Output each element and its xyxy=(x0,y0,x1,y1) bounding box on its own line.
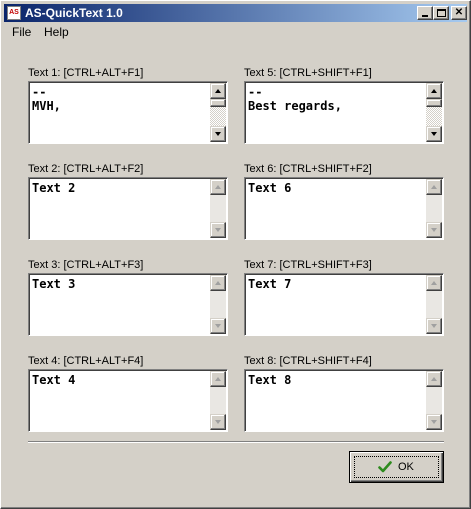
app-icon[interactable]: AS xyxy=(7,6,21,20)
scrollbar-7[interactable] xyxy=(426,275,442,334)
arrow-up-icon xyxy=(215,185,221,189)
text-group-4: Text 4: [CTRL+ALT+F4] Text 4 xyxy=(28,355,228,441)
arrow-down-icon xyxy=(215,324,221,328)
text-field-1[interactable]: -- MVH, xyxy=(28,81,228,144)
title-bar[interactable]: AS AS-QuickText 1.0 ✕ xyxy=(4,4,467,22)
minimize-icon xyxy=(422,15,428,17)
scroll-down-button-7[interactable] xyxy=(426,318,442,334)
scroll-down-button-8[interactable] xyxy=(426,414,442,430)
text-group-8: Text 8: [CTRL+SHIFT+F4] Text 8 xyxy=(244,355,444,441)
text-label-1: Text 1: [CTRL+ALT+F1] xyxy=(28,67,144,79)
app-window: AS AS-QuickText 1.0 ✕ File Help Text 1: … xyxy=(0,0,471,509)
text-label-8: Text 8: [CTRL+SHIFT+F4] xyxy=(244,355,372,367)
arrow-up-icon xyxy=(215,377,221,381)
arrow-up-icon xyxy=(431,377,437,381)
scroll-up-button-3[interactable] xyxy=(210,275,226,291)
text-label-7: Text 7: [CTRL+SHIFT+F3] xyxy=(244,259,372,271)
focus-rect xyxy=(354,456,439,478)
maximize-button[interactable] xyxy=(433,6,449,20)
ok-label: OK xyxy=(398,461,414,473)
menu-help[interactable]: Help xyxy=(44,25,69,39)
separator-line xyxy=(28,441,444,443)
arrow-up-icon xyxy=(431,185,437,189)
text-group-2: Text 2: [CTRL+ALT+F2] Text 2 xyxy=(28,163,228,249)
arrow-down-icon xyxy=(215,228,221,232)
scrollbar-6[interactable] xyxy=(426,179,442,238)
text-field-2[interactable]: Text 2 xyxy=(28,177,228,240)
scroll-thumb-5[interactable] xyxy=(426,99,442,107)
close-button[interactable]: ✕ xyxy=(451,6,467,20)
scroll-down-button-2[interactable] xyxy=(210,222,226,238)
text-group-6: Text 6: [CTRL+SHIFT+F2] Text 6 xyxy=(244,163,444,249)
text-content-6[interactable]: Text 6 xyxy=(248,181,424,237)
window-title: AS-QuickText 1.0 xyxy=(25,6,123,20)
scroll-thumb-1[interactable] xyxy=(210,99,226,107)
text-group-1: Text 1: [CTRL+ALT+F1] -- MVH, xyxy=(28,67,228,153)
arrow-down-icon xyxy=(215,420,221,424)
text-content-1[interactable]: -- MVH, xyxy=(32,85,208,141)
ok-button[interactable]: OK xyxy=(349,451,444,483)
text-group-3: Text 3: [CTRL+ALT+F3] Text 3 xyxy=(28,259,228,345)
scroll-up-button-4[interactable] xyxy=(210,371,226,387)
arrow-down-icon xyxy=(431,228,437,232)
minimize-button[interactable] xyxy=(417,6,433,20)
text-field-3[interactable]: Text 3 xyxy=(28,273,228,336)
menu-bar: File Help xyxy=(4,23,467,41)
arrow-up-icon xyxy=(431,89,437,93)
text-field-8[interactable]: Text 8 xyxy=(244,369,444,432)
arrow-up-icon xyxy=(215,281,221,285)
scroll-down-button-6[interactable] xyxy=(426,222,442,238)
text-content-8[interactable]: Text 8 xyxy=(248,373,424,429)
text-label-3: Text 3: [CTRL+ALT+F3] xyxy=(28,259,144,271)
scroll-up-button-8[interactable] xyxy=(426,371,442,387)
text-group-5: Text 5: [CTRL+SHIFT+F1] -- Best regards, xyxy=(244,67,444,153)
arrow-down-icon xyxy=(431,132,437,136)
text-content-7[interactable]: Text 7 xyxy=(248,277,424,333)
text-label-4: Text 4: [CTRL+ALT+F4] xyxy=(28,355,144,367)
text-group-7: Text 7: [CTRL+SHIFT+F3] Text 7 xyxy=(244,259,444,345)
text-content-4[interactable]: Text 4 xyxy=(32,373,208,429)
scrollbar-8[interactable] xyxy=(426,371,442,430)
scrollbar-1[interactable] xyxy=(210,83,226,142)
scrollbar-4[interactable] xyxy=(210,371,226,430)
arrow-up-icon xyxy=(215,89,221,93)
scroll-down-button-1[interactable] xyxy=(210,126,226,142)
close-icon: ✕ xyxy=(454,7,464,18)
arrow-up-icon xyxy=(431,281,437,285)
checkmark-icon xyxy=(378,461,392,473)
scrollbar-3[interactable] xyxy=(210,275,226,334)
scroll-up-button-7[interactable] xyxy=(426,275,442,291)
text-field-4[interactable]: Text 4 xyxy=(28,369,228,432)
text-field-7[interactable]: Text 7 xyxy=(244,273,444,336)
arrow-down-icon xyxy=(215,132,221,136)
maximize-icon xyxy=(437,9,446,17)
scrollbar-2[interactable] xyxy=(210,179,226,238)
scroll-up-button-6[interactable] xyxy=(426,179,442,195)
arrow-down-icon xyxy=(431,420,437,424)
menu-file[interactable]: File xyxy=(12,25,31,39)
text-label-2: Text 2: [CTRL+ALT+F2] xyxy=(28,163,144,175)
scrollbar-5[interactable] xyxy=(426,83,442,142)
text-content-5[interactable]: -- Best regards, xyxy=(248,85,424,141)
scroll-down-button-3[interactable] xyxy=(210,318,226,334)
text-field-6[interactable]: Text 6 xyxy=(244,177,444,240)
arrow-down-icon xyxy=(431,324,437,328)
text-label-5: Text 5: [CTRL+SHIFT+F1] xyxy=(244,67,372,79)
text-label-6: Text 6: [CTRL+SHIFT+F2] xyxy=(244,163,372,175)
scroll-up-button-1[interactable] xyxy=(210,83,226,99)
text-content-3[interactable]: Text 3 xyxy=(32,277,208,333)
scroll-up-button-2[interactable] xyxy=(210,179,226,195)
scroll-down-button-5[interactable] xyxy=(426,126,442,142)
text-field-5[interactable]: -- Best regards, xyxy=(244,81,444,144)
scroll-down-button-4[interactable] xyxy=(210,414,226,430)
text-content-2[interactable]: Text 2 xyxy=(32,181,208,237)
scroll-up-button-5[interactable] xyxy=(426,83,442,99)
